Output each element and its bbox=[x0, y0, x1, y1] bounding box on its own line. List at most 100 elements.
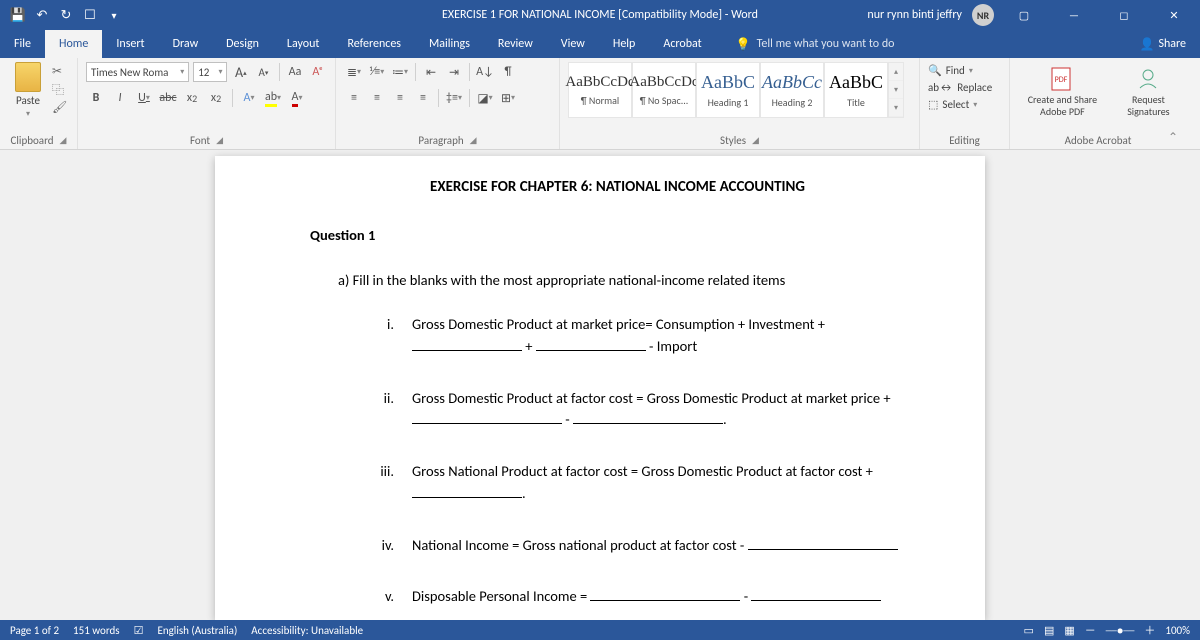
underline-button[interactable]: U ▾ bbox=[134, 88, 154, 108]
clipboard-launcher-icon[interactable]: ◢ bbox=[60, 135, 67, 146]
align-left-icon[interactable]: ≡ bbox=[344, 88, 364, 108]
request-sign-button[interactable]: Request Signatures bbox=[1119, 66, 1178, 118]
minimize-icon[interactable]: — bbox=[1054, 0, 1094, 30]
replace-icon: ab↔ bbox=[928, 81, 953, 94]
user-name: nur rynn binti jeffry bbox=[867, 8, 962, 22]
format-painter-icon[interactable]: 🖌 bbox=[52, 100, 68, 114]
italic-button[interactable]: I bbox=[110, 88, 130, 108]
pdf-icon: PDF bbox=[1048, 66, 1076, 92]
justify-icon[interactable]: ≡ bbox=[413, 88, 433, 108]
web-layout-icon[interactable]: ▦ bbox=[1064, 624, 1074, 637]
font-name-select[interactable]: Times New Roma▾ bbox=[86, 62, 189, 82]
replace-button[interactable]: ab↔Replace bbox=[928, 81, 1001, 94]
font-launcher-icon[interactable]: ◢ bbox=[216, 135, 223, 146]
cut-icon[interactable]: ✂ bbox=[52, 64, 68, 78]
text-effects-icon[interactable]: A ▾ bbox=[239, 88, 259, 108]
tab-help[interactable]: Help bbox=[599, 30, 650, 58]
tab-insert[interactable]: Insert bbox=[102, 30, 158, 58]
zoom-level[interactable]: 100% bbox=[1165, 624, 1190, 637]
increase-indent-icon[interactable]: ⇥ bbox=[444, 62, 464, 82]
user-avatar[interactable]: NR bbox=[972, 4, 994, 26]
style-heading2[interactable]: AaBbCcHeading 2 bbox=[760, 62, 824, 118]
copy-icon[interactable]: ⿻ bbox=[52, 82, 68, 96]
zoom-slider[interactable]: ──●── bbox=[1106, 624, 1135, 637]
collapse-ribbon-icon[interactable]: ⌃ bbox=[1168, 130, 1178, 145]
borders-icon[interactable]: ⊞▾ bbox=[498, 88, 518, 108]
decrease-indent-icon[interactable]: ⇤ bbox=[421, 62, 441, 82]
styles-launcher-icon[interactable]: ◢ bbox=[752, 135, 759, 146]
sort-icon[interactable]: A↓ bbox=[475, 62, 495, 82]
accessibility-indicator[interactable]: Accessibility: Unavailable bbox=[251, 624, 363, 637]
word-count[interactable]: 151 words bbox=[73, 624, 120, 637]
zoom-in-icon[interactable]: ＋ bbox=[1144, 622, 1155, 638]
tab-file[interactable]: File bbox=[0, 30, 45, 58]
spell-check-icon[interactable]: ☑ bbox=[134, 624, 144, 637]
select-button[interactable]: ⬚Select ▾ bbox=[928, 98, 1001, 111]
customize-qat-icon[interactable]: ▾ bbox=[104, 5, 124, 25]
share-button[interactable]: 👤 Share bbox=[1139, 37, 1200, 52]
style-normal[interactable]: AaBbCcDc¶ Normal bbox=[568, 62, 632, 118]
maximize-icon[interactable]: ◻ bbox=[1104, 0, 1144, 30]
group-clipboard: Paste ▾ ✂ ⿻ 🖌 Clipboard◢ bbox=[0, 58, 78, 149]
tab-references[interactable]: References bbox=[333, 30, 415, 58]
superscript-button[interactable]: x2 bbox=[206, 88, 226, 108]
tab-home[interactable]: Home bbox=[45, 30, 102, 58]
shrink-font-icon[interactable]: A▾ bbox=[254, 62, 273, 82]
sub-iv: iv. National Income = Gross national pro… bbox=[372, 535, 925, 557]
tab-design[interactable]: Design bbox=[212, 30, 273, 58]
tab-acrobat[interactable]: Acrobat bbox=[649, 30, 715, 58]
tab-mailings[interactable]: Mailings bbox=[415, 30, 484, 58]
shading-icon[interactable]: ◪▾ bbox=[475, 88, 495, 108]
document-page[interactable]: EXERCISE FOR CHAPTER 6: NATIONAL INCOME … bbox=[215, 156, 985, 620]
question-1-heading: Question 1 bbox=[310, 225, 925, 247]
ribbon-options-icon[interactable]: ▢ bbox=[1004, 0, 1044, 30]
save-icon[interactable]: 💾 bbox=[8, 5, 28, 25]
bullets-icon[interactable]: ≣▾ bbox=[344, 62, 364, 82]
font-group-label: Font bbox=[190, 134, 210, 147]
clear-format-icon[interactable]: Aᵉ bbox=[308, 62, 327, 82]
style-title[interactable]: AaBbCTitle bbox=[824, 62, 888, 118]
multilevel-icon[interactable]: ≔▾ bbox=[390, 62, 410, 82]
align-right-icon[interactable]: ≡ bbox=[390, 88, 410, 108]
language-indicator[interactable]: English (Australia) bbox=[157, 624, 237, 637]
line-spacing-icon[interactable]: ‡≡▾ bbox=[444, 88, 464, 108]
style-nospacing[interactable]: AaBbCcDc¶ No Spac... bbox=[632, 62, 696, 118]
bold-button[interactable]: B bbox=[86, 88, 106, 108]
font-size-value: 12 bbox=[198, 66, 209, 79]
align-center-icon[interactable]: ≡ bbox=[367, 88, 387, 108]
print-layout-icon[interactable]: ▤ bbox=[1044, 624, 1054, 637]
zoom-out-icon[interactable]: － bbox=[1085, 622, 1096, 638]
tab-layout[interactable]: Layout bbox=[273, 30, 334, 58]
share-label: Share bbox=[1158, 37, 1186, 51]
svg-text:PDF: PDF bbox=[1055, 75, 1068, 85]
sub-iii: iii. Gross National Product at factor co… bbox=[372, 461, 925, 505]
change-case-icon[interactable]: Aa bbox=[286, 62, 305, 82]
font-size-select[interactable]: 12▾ bbox=[193, 62, 227, 82]
tab-review[interactable]: Review bbox=[484, 30, 547, 58]
paste-button[interactable]: Paste ▾ bbox=[8, 62, 48, 119]
group-editing: 🔍Find ▾ ab↔Replace ⬚Select ▾ Editing bbox=[920, 58, 1010, 149]
create-pdf-button[interactable]: PDF Create and Share Adobe PDF bbox=[1018, 66, 1107, 118]
sub-i: i. Gross Domestic Product at market pric… bbox=[372, 314, 925, 358]
show-marks-icon[interactable]: ¶ bbox=[498, 62, 518, 82]
font-color-icon[interactable]: A▾ bbox=[287, 88, 307, 108]
close-icon[interactable]: ✕ bbox=[1154, 0, 1194, 30]
highlight-icon[interactable]: ab▾ bbox=[263, 88, 283, 108]
styles-scroll[interactable]: ▴▾▾ bbox=[888, 62, 904, 118]
tab-view[interactable]: View bbox=[547, 30, 599, 58]
grow-font-icon[interactable]: A▴ bbox=[231, 62, 250, 82]
strikethrough-button[interactable]: abc bbox=[158, 88, 178, 108]
page-indicator[interactable]: Page 1 of 2 bbox=[10, 624, 59, 637]
tell-me-search[interactable]: 💡 Tell me what you want to do bbox=[736, 37, 895, 52]
numbering-icon[interactable]: ⅟≡▾ bbox=[367, 62, 387, 82]
subscript-button[interactable]: x2 bbox=[182, 88, 202, 108]
style-heading1[interactable]: AaBbCHeading 1 bbox=[696, 62, 760, 118]
paragraph-launcher-icon[interactable]: ◢ bbox=[470, 135, 477, 146]
tab-draw[interactable]: Draw bbox=[159, 30, 213, 58]
read-mode-icon[interactable]: ▭ bbox=[1024, 624, 1034, 637]
undo-icon[interactable]: ↶ bbox=[32, 5, 52, 25]
redo-icon[interactable]: ↻ bbox=[56, 5, 76, 25]
status-bar: Page 1 of 2 151 words ☑ English (Austral… bbox=[0, 620, 1200, 640]
touch-mode-icon[interactable]: ☐ bbox=[80, 5, 100, 25]
find-button[interactable]: 🔍Find ▾ bbox=[928, 64, 1001, 77]
